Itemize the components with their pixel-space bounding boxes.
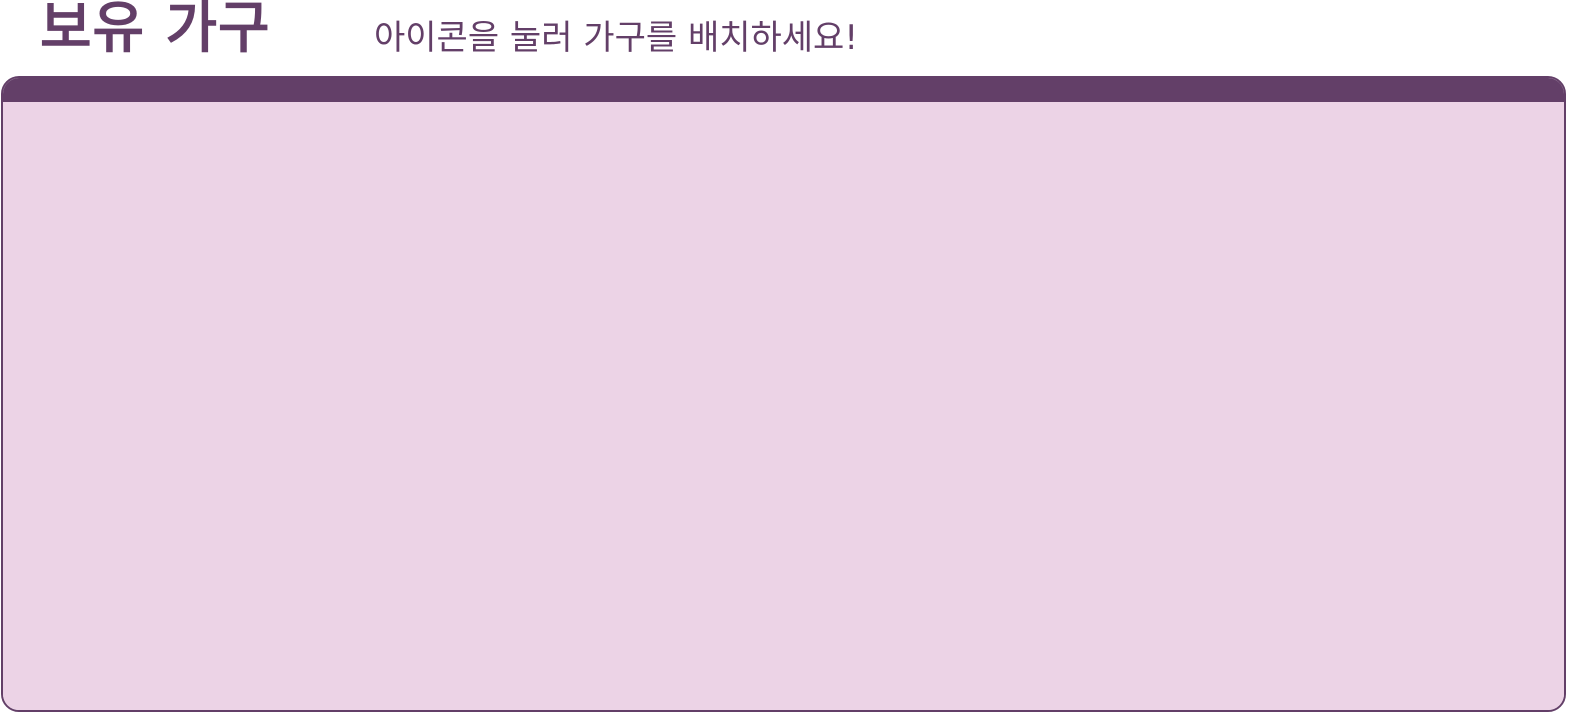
header: 보유 가구 아이콘을 눌러 가구를 배치하세요! <box>0 0 1579 72</box>
instruction-text: 아이콘을 눌러 가구를 배치하세요! <box>374 18 858 58</box>
furniture-list-area[interactable] <box>3 102 1564 710</box>
furniture-inventory-panel <box>1 76 1566 712</box>
panel-header-bar <box>3 78 1564 102</box>
page-title: 보유 가구 <box>40 0 271 61</box>
